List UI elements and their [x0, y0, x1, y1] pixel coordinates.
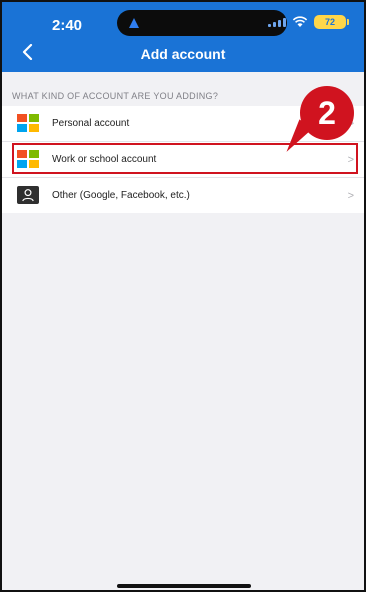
header-bar: 2:40 72 Add account: [2, 2, 364, 72]
signal-icon: [268, 17, 286, 27]
status-indicators: 72: [268, 15, 349, 29]
microsoft-logo-icon: [17, 114, 39, 132]
phone-screen: 2:40 72 Add account WHAT KIND OF ACCOUNT…: [0, 0, 366, 592]
status-time: 2:40: [52, 17, 83, 34]
page-title: Add account: [140, 46, 226, 62]
chevron-right-icon: >: [347, 189, 354, 202]
option-label: Other (Google, Facebook, etc.): [52, 190, 190, 201]
home-indicator[interactable]: [117, 584, 251, 588]
wifi-icon: [292, 16, 308, 27]
step-badge: 2: [300, 86, 354, 140]
highlight-box: [12, 143, 358, 174]
other-account-option[interactable]: Other (Google, Facebook, etc.) >: [2, 178, 364, 213]
battery-icon: 72: [314, 15, 349, 29]
user-icon: [17, 186, 39, 204]
option-label: Personal account: [52, 118, 130, 129]
navigation-arrow-icon: [129, 18, 139, 28]
section-header: WHAT KIND OF ACCOUNT ARE YOU ADDING?: [12, 91, 219, 101]
dynamic-island: [117, 10, 287, 36]
